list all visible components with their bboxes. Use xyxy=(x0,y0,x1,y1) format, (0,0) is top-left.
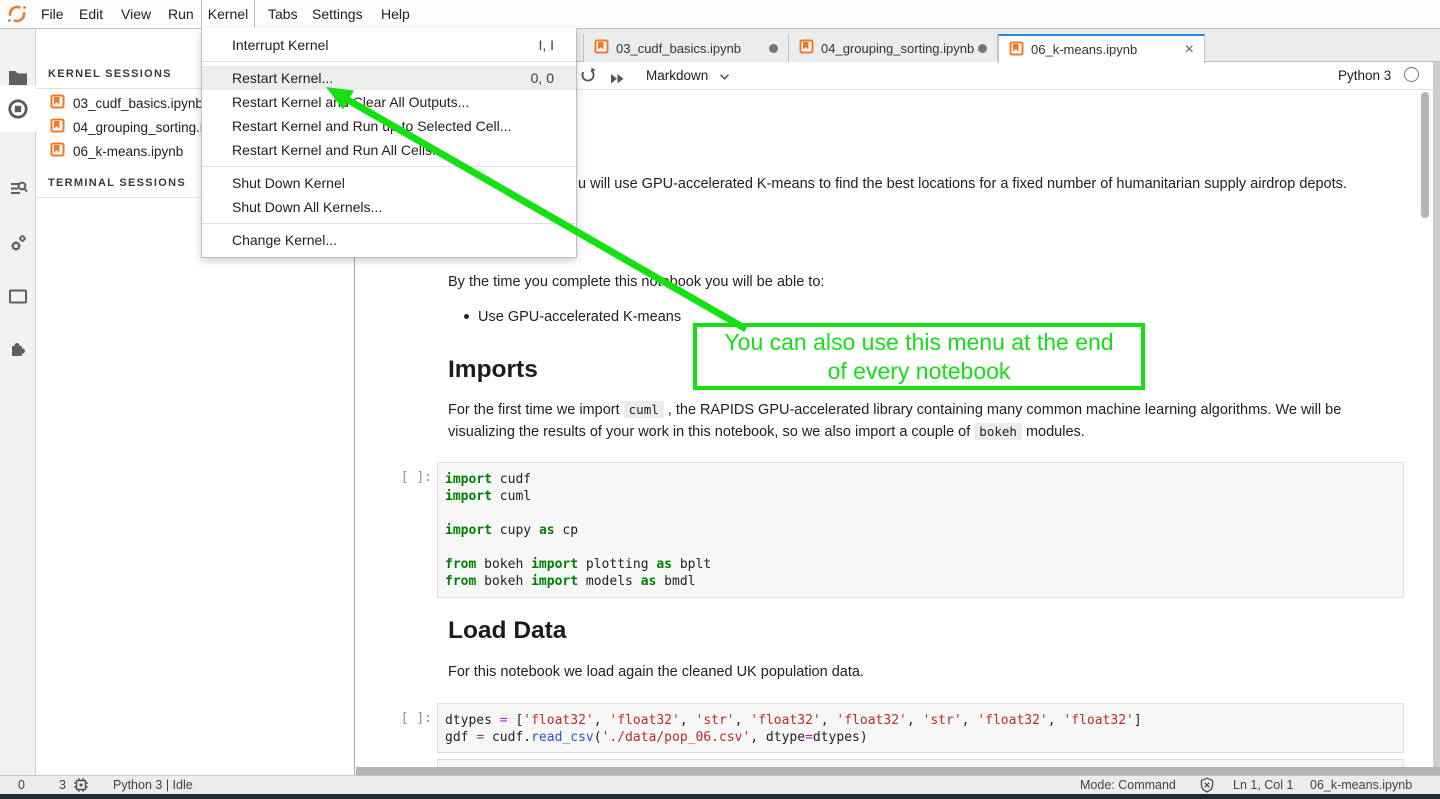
cursor-position[interactable]: Ln 1, Col 1 xyxy=(1233,776,1293,794)
kernel-sessions-header: KERNEL SESSIONS xyxy=(48,68,172,80)
annotation-line2: of every notebook xyxy=(828,357,1011,386)
menu-item-shutdown-kernel[interactable]: Shut Down Kernel xyxy=(202,171,576,195)
tab-04-grouping-sorting[interactable]: 04_grouping_sorting.ipynb xyxy=(788,34,998,62)
kernels-count[interactable]: 3 xyxy=(59,776,66,794)
statusbar-filename: 06_k-means.ipynb xyxy=(1310,776,1412,794)
cell-type-value: Markdown xyxy=(646,68,708,83)
notebook-icon xyxy=(50,142,65,160)
restart-kernel-icon[interactable] xyxy=(580,67,596,88)
session-label: 03_cudf_basics.ipynb xyxy=(73,96,203,111)
menu-item-shortcut: I, I xyxy=(538,37,554,53)
menu-item-restart-run-to-cell[interactable]: Restart Kernel and Run up to Selected Ce… xyxy=(202,114,576,138)
menu-item-label: Change Kernel... xyxy=(232,232,337,248)
imports-paragraph-line2: visualizing the results of your work in … xyxy=(448,424,1085,440)
menu-item-label: Restart Kernel and Clear All Outputs... xyxy=(232,94,469,110)
tab-label: 06_k-means.ipynb xyxy=(1031,42,1137,57)
jupyterlab-window: File Edit View Run Tabs Settings Help Ke… xyxy=(0,0,1440,799)
right-edge-gutter xyxy=(1433,62,1440,767)
objective-bullet-text: Use GPU-accelerated K-means xyxy=(478,309,681,325)
activity-bar xyxy=(0,29,36,775)
menu-view[interactable]: View xyxy=(121,0,151,28)
intro-text-fragment: u will use GPU-accelerated K-means to fi… xyxy=(578,176,1347,192)
menu-bar: File Edit View Run Tabs Settings Help Ke… xyxy=(0,0,1440,29)
notebook-icon xyxy=(50,94,65,112)
command-palette-icon[interactable] xyxy=(0,174,35,204)
menu-item-shortcut: 0, 0 xyxy=(531,70,554,86)
menu-item-label: Shut Down All Kernels... xyxy=(232,199,382,215)
status-bar xyxy=(0,775,1440,794)
imports-paragraph-line1: For the first time we import cuml , the … xyxy=(448,402,1341,418)
notebook-icon xyxy=(799,39,814,57)
menu-tabs[interactable]: Tabs xyxy=(268,0,298,28)
menu-item-label: Restart Kernel and Run up to Selected Ce… xyxy=(232,118,511,134)
gears-icon[interactable] xyxy=(0,228,35,258)
notebook-icon xyxy=(1009,41,1024,59)
menu-edit[interactable]: Edit xyxy=(79,0,103,28)
file-browser-icon[interactable] xyxy=(0,62,35,92)
menu-item-interrupt-kernel[interactable]: Interrupt Kernel I, I xyxy=(202,33,576,57)
unsaved-dot-icon xyxy=(769,44,778,53)
menu-file[interactable]: File xyxy=(41,0,64,28)
code-cell-imports[interactable]: import cudf import cuml import cupy as c… xyxy=(437,462,1404,598)
horizontal-scrollbar[interactable] xyxy=(356,767,1440,775)
menu-item-label: Restart Kernel and Run All Cells... xyxy=(232,142,444,158)
terminal-sessions-header: TERMINAL SESSIONS xyxy=(48,177,186,189)
mode-indicator[interactable]: Mode: Command xyxy=(1080,776,1176,794)
menu-item-restart-run-all[interactable]: Restart Kernel and Run All Cells... xyxy=(202,138,576,162)
kernel-name[interactable]: Python 3 xyxy=(1338,68,1391,83)
menu-item-restart-kernel[interactable]: Restart Kernel... 0, 0 xyxy=(202,66,576,90)
session-label: 06_k-means.ipynb xyxy=(73,144,183,159)
vertical-scrollbar-thumb[interactable] xyxy=(1421,92,1429,218)
menu-item-change-kernel[interactable]: Change Kernel... xyxy=(202,228,576,252)
menu-run[interactable]: Run xyxy=(168,0,194,28)
menu-item-label: Shut Down Kernel xyxy=(232,175,345,191)
close-tab-icon[interactable]: × xyxy=(1185,42,1194,58)
menu-separator xyxy=(202,166,576,167)
cell-prompt: [ ]: xyxy=(378,470,432,485)
notebook-icon xyxy=(50,118,65,136)
menu-separator xyxy=(202,61,576,62)
bullet-icon xyxy=(464,314,469,319)
kernel-status-icon[interactable] xyxy=(1404,67,1419,82)
extension-manager-icon[interactable] xyxy=(0,333,35,363)
kernel-menu-dropdown: Interrupt Kernel I, I Restart Kernel... … xyxy=(201,28,577,258)
menu-item-label: Interrupt Kernel xyxy=(232,37,329,53)
terminals-count[interactable]: 0 xyxy=(18,776,25,794)
code-cell-partial[interactable] xyxy=(437,759,1404,767)
tab-03-cudf-basics[interactable]: 03_cudf_basics.ipynb xyxy=(583,34,788,62)
menu-item-label: Restart Kernel... xyxy=(232,70,333,86)
menu-help[interactable]: Help xyxy=(381,0,410,28)
menu-settings[interactable]: Settings xyxy=(312,0,363,28)
load-data-heading: Load Data xyxy=(448,617,566,645)
annotation-line1: You can also use this menu at the end xyxy=(724,328,1113,357)
jupyter-logo-icon xyxy=(7,4,27,24)
menu-separator xyxy=(202,223,576,224)
tab-label: 03_cudf_basics.ipynb xyxy=(616,41,741,56)
annotation-box: You can also use this menu at the end of… xyxy=(693,323,1145,390)
running-sessions-icon[interactable] xyxy=(0,94,35,124)
menu-kernel[interactable]: Kernel xyxy=(201,0,255,29)
unsaved-dot-icon xyxy=(978,44,987,53)
tab-06-k-means[interactable]: 06_k-means.ipynb × xyxy=(998,34,1205,63)
tab-label: 04_grouping_sorting.ipynb xyxy=(821,41,974,56)
objectives-text: By the time you complete this notebook y… xyxy=(448,274,824,290)
notebook-icon xyxy=(594,39,609,57)
open-tabs-icon[interactable] xyxy=(0,281,35,311)
window-bottom-edge xyxy=(0,794,1440,799)
code-cell-load-data[interactable]: dtypes = ['float32', 'float32', 'str', '… xyxy=(437,703,1404,753)
menu-item-shutdown-all-kernels[interactable]: Shut Down All Kernels... xyxy=(202,195,576,219)
kernel-status-text[interactable]: Python 3 | Idle xyxy=(113,776,193,794)
load-data-paragraph: For this notebook we load again the clea… xyxy=(448,664,864,680)
imports-heading: Imports xyxy=(448,356,538,384)
menu-item-restart-clear-outputs[interactable]: Restart Kernel and Clear All Outputs... xyxy=(202,90,576,114)
run-all-icon[interactable] xyxy=(611,71,624,89)
cell-prompt: [ ]: xyxy=(378,711,432,726)
cell-type-select[interactable]: Markdown xyxy=(646,68,729,83)
